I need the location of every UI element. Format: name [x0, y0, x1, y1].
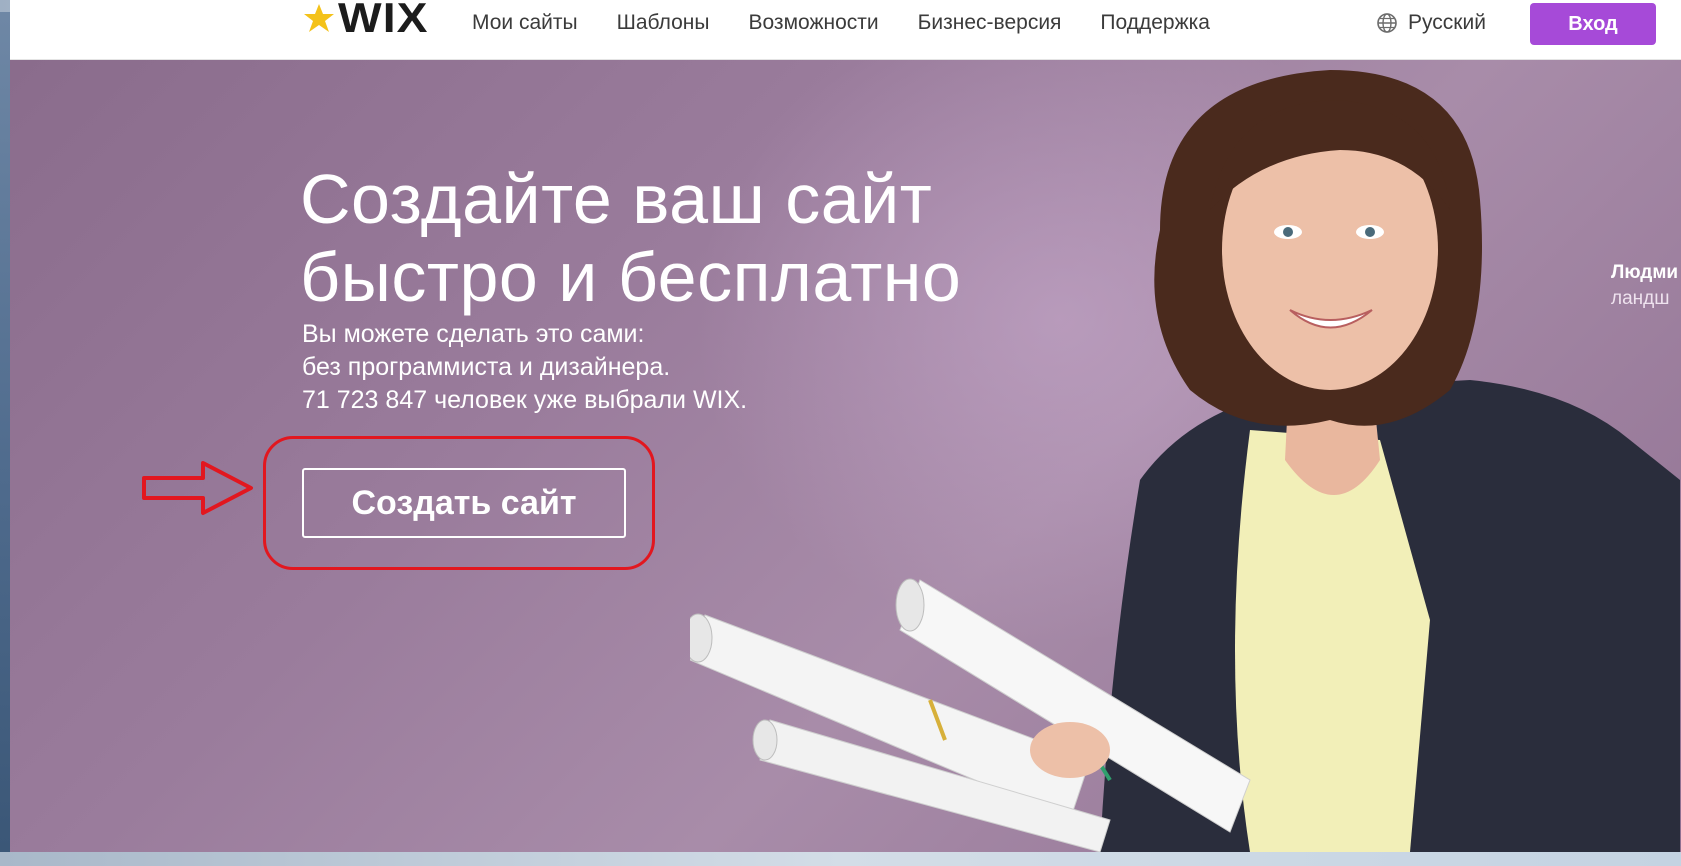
- testimonial-name: Людми: [1611, 262, 1679, 283]
- wix-logo[interactable]: WIX: [302, 0, 427, 40]
- testimonial-caption: Людми ландш: [1611, 260, 1681, 312]
- website-screenshot: WIX Мои сайты Шаблоны Возможности Бизнес…: [10, 0, 1681, 852]
- create-site-button[interactable]: Создать сайт: [302, 468, 626, 538]
- language-selector[interactable]: Русский: [1376, 8, 1486, 38]
- nav-features[interactable]: Возможности: [748, 8, 878, 38]
- hero-subtitle-line-2: без программиста и дизайнера.: [302, 353, 671, 381]
- nav-business[interactable]: Бизнес-версия: [918, 8, 1062, 38]
- login-button[interactable]: Вход: [1530, 3, 1656, 45]
- logo-text: WIX: [338, 0, 429, 41]
- nav-support[interactable]: Поддержка: [1100, 8, 1210, 38]
- hero-title: Создайте ваш сайт быстро и бесплатно: [300, 160, 1060, 316]
- hero-section: Создайте ваш сайт быстро и бесплатно Вы …: [10, 60, 1681, 852]
- nav-my-sites[interactable]: Мои сайты: [472, 8, 578, 38]
- main-nav: Мои сайты Шаблоны Возможности Бизнес-вер…: [472, 8, 1210, 38]
- nav-templates[interactable]: Шаблоны: [617, 8, 710, 38]
- hero-title-line-2: быстро и бесплатно: [300, 238, 962, 316]
- language-label: Русский: [1408, 11, 1486, 34]
- site-header: WIX Мои сайты Шаблоны Возможности Бизнес…: [10, 0, 1681, 60]
- hero-title-line-1: Создайте ваш сайт: [300, 160, 933, 238]
- wix-star-logo-icon: [304, 4, 334, 32]
- hero-subtitle: Вы можете сделать это сами: без программ…: [302, 318, 902, 417]
- hero-subtitle-line-1: Вы можете сделать это сами:: [302, 320, 645, 348]
- slide-frame-bottom: [0, 852, 1681, 866]
- globe-icon: [1377, 13, 1397, 33]
- red-arrow-icon: [142, 461, 253, 515]
- testimonial-role: ландш: [1611, 288, 1670, 309]
- hero-subtitle-line-3: 71 723 847 человек уже выбрали WIX.: [302, 386, 748, 414]
